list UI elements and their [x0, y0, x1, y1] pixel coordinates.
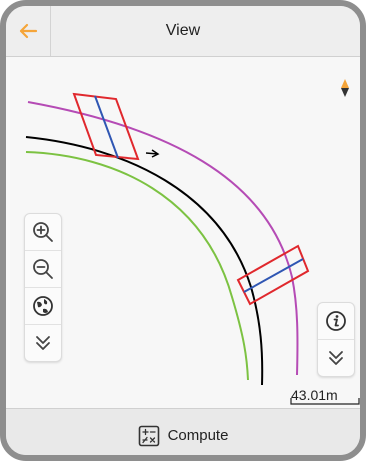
- zoom-in-button[interactable]: [25, 214, 61, 250]
- scale-bar: [290, 398, 360, 405]
- info-icon: [326, 311, 346, 331]
- map-canvas[interactable]: 43.01m: [6, 57, 360, 408]
- app-window: View 43.01m Compute: [0, 0, 366, 461]
- compute-button[interactable]: Compute: [128, 419, 239, 453]
- zoom-in-icon: [33, 222, 53, 242]
- zoom-out-icon: [33, 259, 53, 279]
- title-bar: View: [6, 6, 360, 57]
- back-button[interactable]: [6, 6, 51, 56]
- expand-right-tools-button[interactable]: [318, 339, 354, 376]
- map-tools-left: [24, 213, 62, 362]
- expand-tools-button[interactable]: [25, 324, 61, 361]
- info-button[interactable]: [318, 303, 354, 339]
- north-arrow-icon: [341, 79, 349, 97]
- chevron-double-down-icon: [329, 351, 343, 365]
- globe-button[interactable]: [25, 287, 61, 324]
- zoom-out-button[interactable]: [25, 250, 61, 287]
- arrow-left-icon: [19, 23, 38, 39]
- chevron-double-down-icon: [36, 336, 50, 350]
- cross-section-axis: [94, 95, 119, 159]
- map-tools-right: [317, 302, 355, 377]
- page-title: View: [165, 22, 201, 39]
- calculator-icon: [138, 425, 159, 446]
- compute-label: Compute: [167, 427, 229, 444]
- globe-icon: [33, 296, 53, 316]
- direction-arrow: [145, 149, 160, 158]
- bottom-bar: Compute: [6, 408, 360, 455]
